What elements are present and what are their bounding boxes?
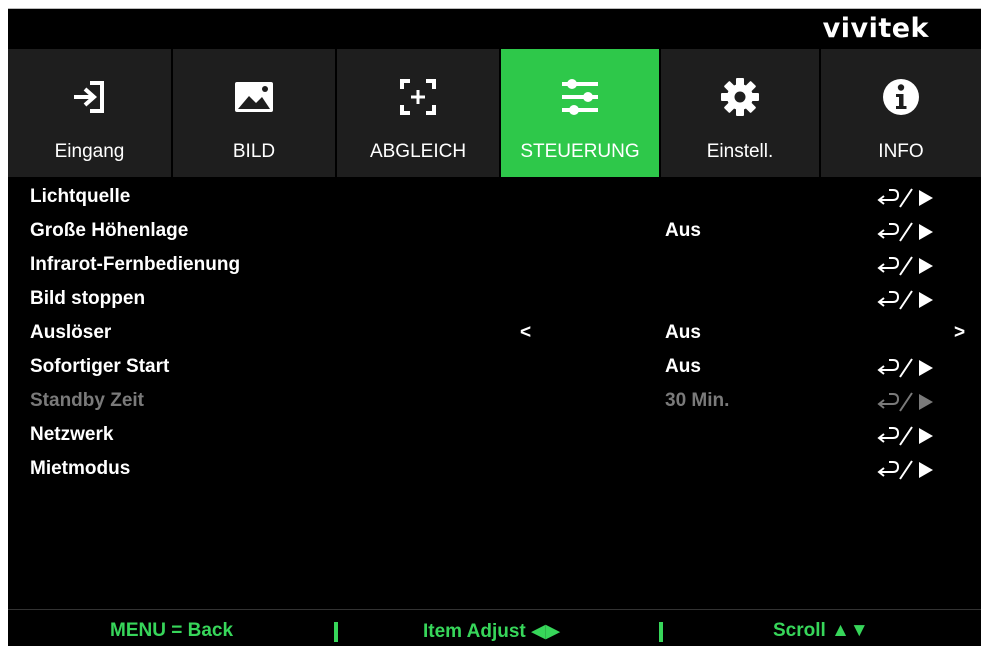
- brand-bar: vivitek: [8, 9, 981, 47]
- image-icon: [235, 82, 273, 112]
- tab-bild[interactable]: BILD: [173, 49, 335, 177]
- setting-row-ausloeser[interactable]: Auslöser < Aus >: [8, 317, 981, 351]
- enter-right-icon[interactable]: [876, 289, 938, 311]
- setting-name: Bild stoppen: [30, 288, 146, 309]
- increase-arrow[interactable]: >: [954, 322, 965, 344]
- input-icon: [73, 81, 104, 113]
- footer-divider: [659, 622, 663, 642]
- alignment-icon: [400, 79, 436, 115]
- enter-right-icon[interactable]: [876, 221, 938, 243]
- footer-divider: [334, 622, 338, 642]
- vivitek-logo: vivitek: [822, 13, 929, 44]
- menu-back-hint: MENU = Back: [110, 620, 234, 641]
- setting-row-lichtquelle[interactable]: Lichtquelle: [8, 181, 981, 215]
- setting-value: Aus: [665, 322, 701, 343]
- osd-menu: vivitek Eingang BILD ABGLEICH STEUERUNG …: [8, 8, 981, 646]
- setting-row-netzwerk[interactable]: Netzwerk: [8, 419, 981, 453]
- tab-label: STEUERUNG: [520, 141, 640, 162]
- decrease-arrow[interactable]: <: [520, 322, 531, 344]
- tab-eingang[interactable]: Eingang: [8, 49, 171, 177]
- setting-row-sofortiger-start[interactable]: Sofortiger Start Aus: [8, 351, 981, 385]
- tab-einstell[interactable]: Einstell.: [661, 49, 819, 177]
- gear-icon: [721, 78, 759, 116]
- tab-label: BILD: [232, 141, 276, 162]
- setting-name: Netzwerk: [30, 424, 114, 445]
- tab-abgleich[interactable]: ABGLEICH: [337, 49, 499, 177]
- enter-right-icon[interactable]: [876, 187, 938, 209]
- setting-row-mietmodus[interactable]: Mietmodus: [8, 453, 981, 487]
- setting-row-infrarot-fernbedienung[interactable]: Infrarot-Fernbedienung: [8, 249, 981, 283]
- setting-value: Aus: [665, 220, 701, 241]
- tab-label: Einstell.: [706, 141, 774, 162]
- tab-label: Eingang: [54, 141, 125, 162]
- setting-name: Große Höhenlage: [30, 220, 189, 241]
- enter-right-icon[interactable]: [876, 357, 938, 379]
- tab-steuerung[interactable]: STEUERUNG: [501, 49, 659, 177]
- setting-value: 30 Min.: [665, 390, 730, 411]
- setting-name: Lichtquelle: [30, 186, 131, 207]
- tab-label: INFO: [878, 141, 924, 162]
- info-icon: [883, 79, 919, 115]
- tab-label: ABGLEICH: [369, 141, 467, 162]
- enter-right-icon[interactable]: [876, 459, 938, 481]
- setting-row-standby-zeit: Standby Zeit 30 Min.: [8, 385, 981, 419]
- item-adjust-hint: Item Adjust ◀▶: [423, 621, 561, 642]
- key-hint-bar: MENU = Back Item Adjust ◀▶ Scroll ▲▼: [8, 609, 981, 646]
- setting-name: Mietmodus: [30, 458, 131, 479]
- setting-name: Auslöser: [30, 322, 112, 343]
- enter-right-icon[interactable]: [876, 255, 938, 277]
- scroll-hint: Scroll ▲▼: [773, 620, 869, 641]
- menu-tabs: Eingang BILD ABGLEICH STEUERUNG Einstell…: [8, 49, 981, 177]
- setting-name: Sofortiger Start: [30, 356, 170, 377]
- setting-row-bild-stoppen[interactable]: Bild stoppen: [8, 283, 981, 317]
- enter-right-icon[interactable]: [876, 425, 938, 447]
- setting-row-grosse-hoehenlage[interactable]: Große Höhenlage Aus: [8, 215, 981, 249]
- setting-value: Aus: [665, 356, 701, 377]
- setting-name: Infrarot-Fernbedienung: [30, 254, 241, 275]
- settings-list: Lichtquelle Große Höhenlage Aus Infrarot…: [8, 181, 981, 487]
- setting-name: Standby Zeit: [30, 390, 145, 411]
- sliders-icon: [562, 79, 598, 115]
- tab-info[interactable]: INFO: [821, 49, 981, 177]
- enter-right-icon: [877, 392, 933, 412]
